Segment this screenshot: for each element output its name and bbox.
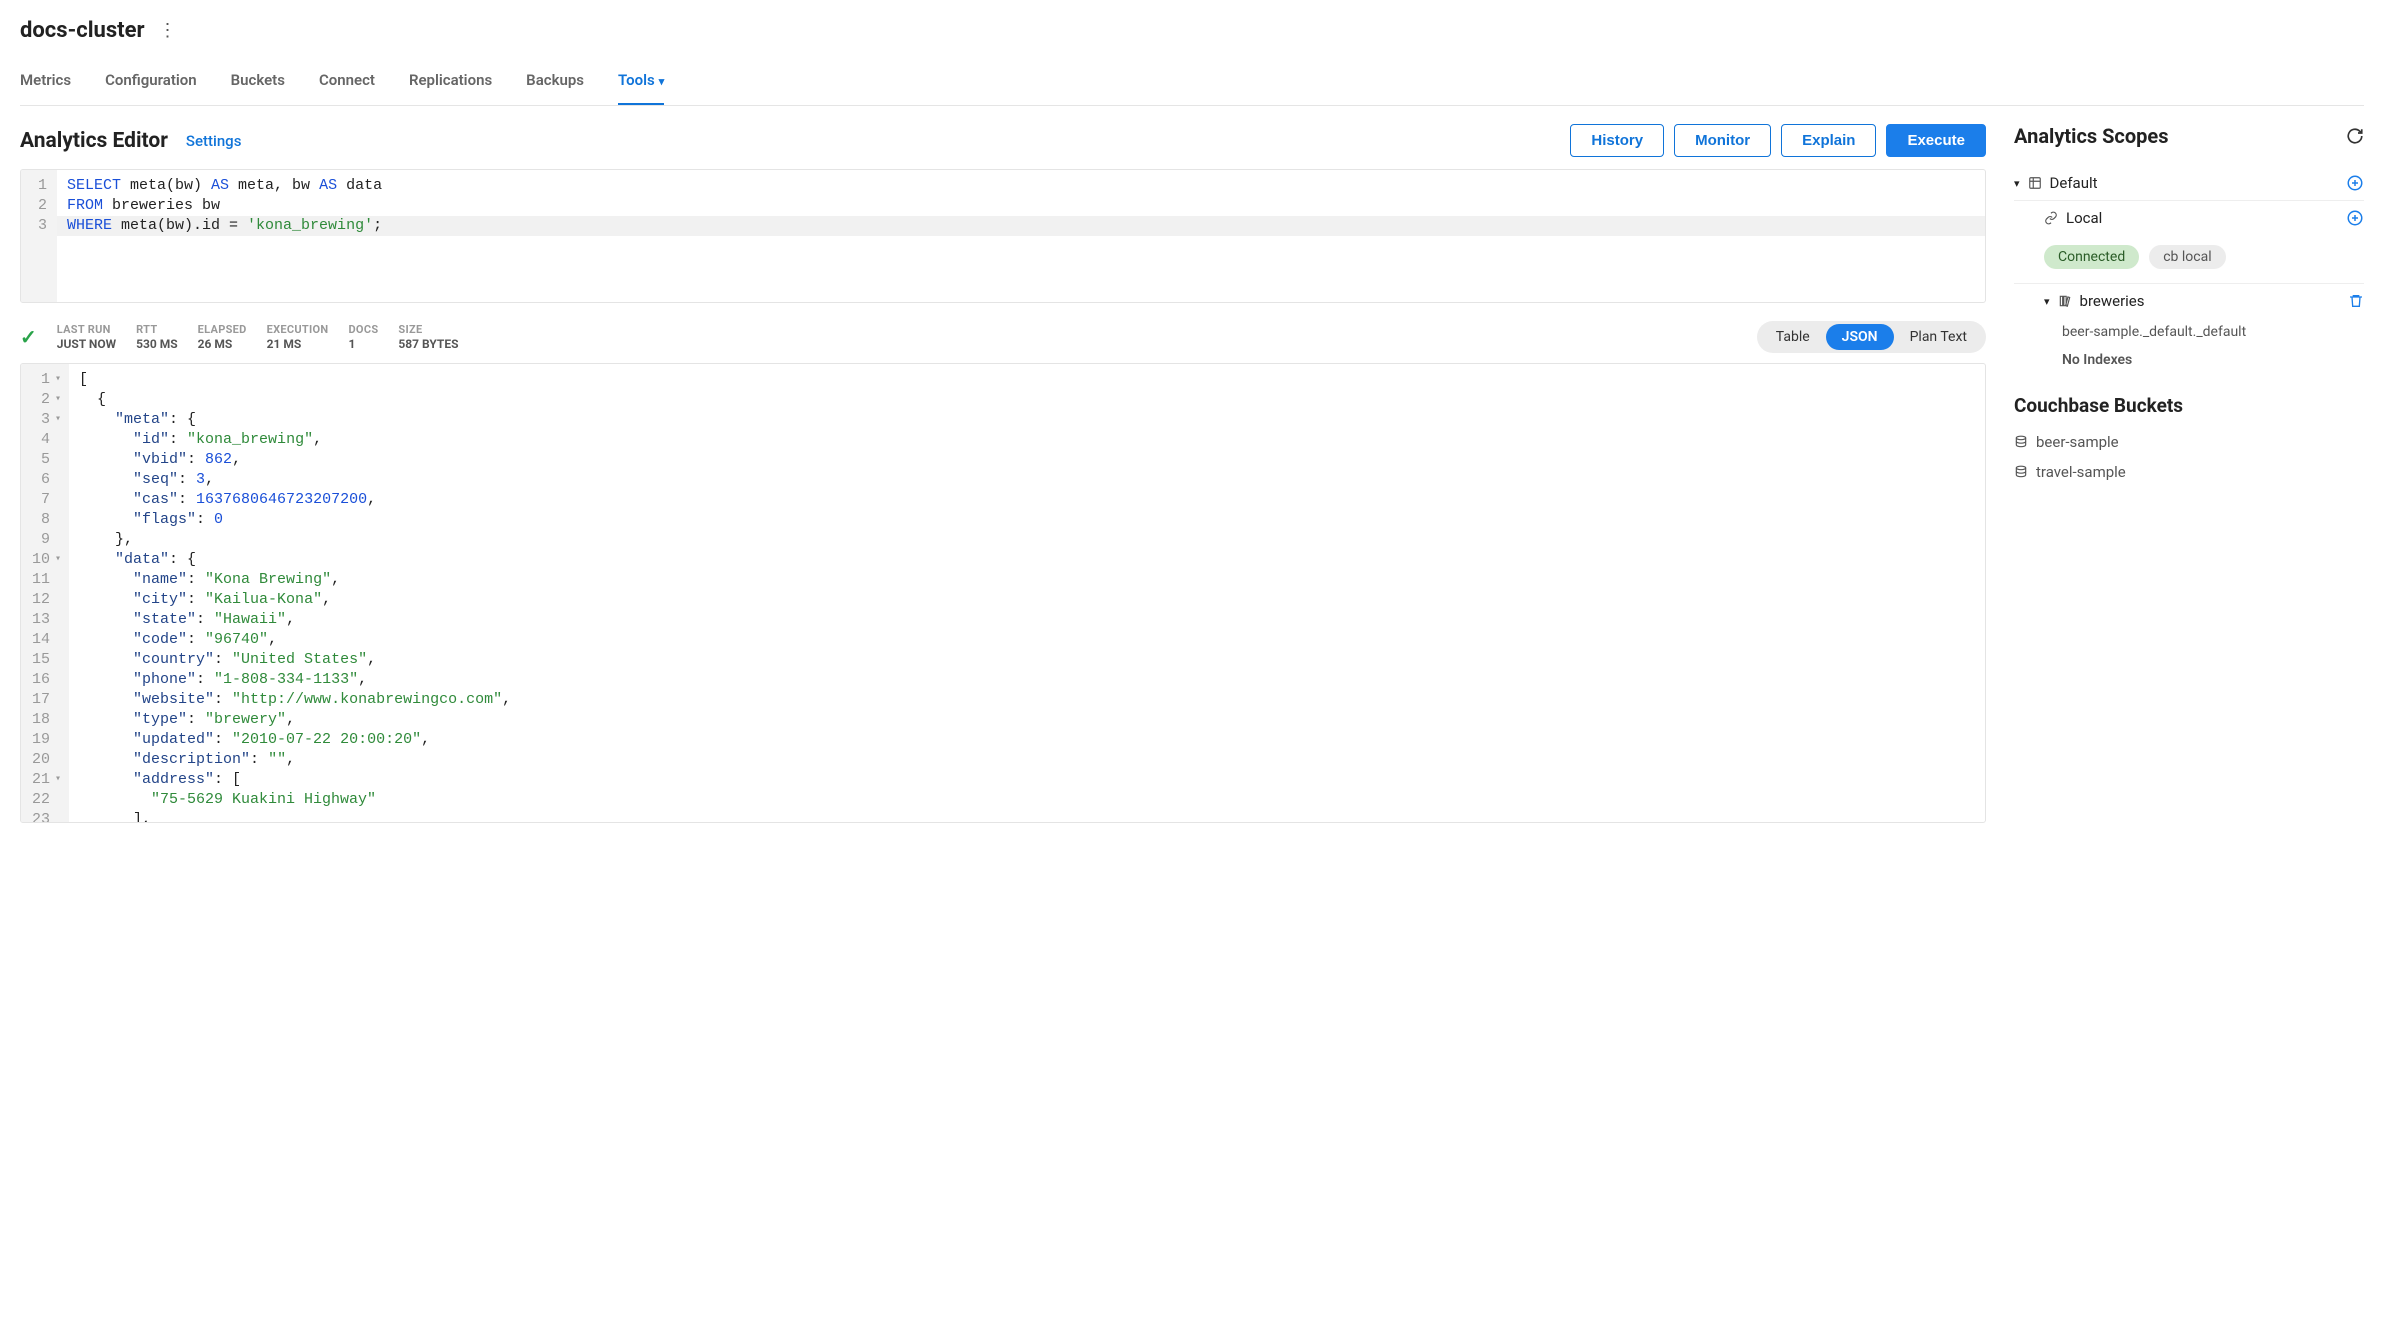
explain-button[interactable]: Explain: [1781, 124, 1876, 157]
cb-local-badge: cb local: [2149, 245, 2225, 269]
stat-docs: DOCS 1: [348, 323, 378, 351]
scopes-title: Analytics Scopes: [2014, 124, 2346, 148]
badge-row: Connected cb local: [2014, 235, 2364, 284]
history-button[interactable]: History: [1570, 124, 1664, 157]
chevron-down-icon: ▾: [659, 75, 665, 88]
buckets-title: Couchbase Buckets: [2014, 394, 2364, 417]
tab-connect[interactable]: Connect: [319, 63, 375, 105]
add-scope-icon[interactable]: [2346, 174, 2364, 192]
trash-icon[interactable]: [2348, 293, 2364, 309]
success-check-icon: ✓: [20, 325, 37, 349]
breweries-path: beer-sample._default._default: [2014, 318, 2364, 346]
cluster-name: docs-cluster: [20, 18, 145, 43]
stat-elapsed: ELAPSED 26 MS: [198, 323, 247, 351]
collection-icon: [2058, 294, 2072, 308]
tab-backups[interactable]: Backups: [526, 63, 584, 105]
tab-buckets[interactable]: Buckets: [231, 63, 285, 105]
monitor-button[interactable]: Monitor: [1674, 124, 1771, 157]
scope-local[interactable]: Local: [2014, 201, 2364, 235]
stat-size: SIZE 587 BYTES: [398, 323, 458, 351]
stat-execution: EXECUTION 21 MS: [267, 323, 329, 351]
settings-link[interactable]: Settings: [186, 132, 242, 150]
view-seg-json[interactable]: JSON: [1826, 324, 1894, 350]
chevron-down-icon[interactable]: ▾: [2044, 295, 2050, 308]
execute-button[interactable]: Execute: [1886, 124, 1986, 157]
scope-default-label: Default: [2050, 174, 2098, 192]
nav-tabs: Metrics Configuration Buckets Connect Replic…: [20, 55, 2364, 106]
add-link-icon[interactable]: [2346, 209, 2364, 227]
page-title: Analytics Editor: [20, 129, 168, 153]
tab-configuration[interactable]: Configuration: [105, 63, 197, 105]
collection-breweries[interactable]: ▾ breweries: [2014, 284, 2364, 318]
chevron-down-icon[interactable]: ▾: [2014, 177, 2020, 190]
bucket-label: beer-sample: [2036, 433, 2119, 451]
stat-last-run: LAST RUN JUST NOW: [57, 323, 116, 351]
no-indexes-label: No Indexes: [2014, 346, 2364, 374]
result-viewer[interactable]: 1▾2▾3▾45678910▾1112131415161718192021▾22…: [20, 363, 1986, 823]
connected-badge: Connected: [2044, 245, 2139, 269]
cluster-kebab-menu[interactable]: ⋮: [159, 20, 178, 41]
result-view-toggle: TableJSONPlan Text: [1757, 321, 1986, 353]
tab-tools[interactable]: Tools▾: [618, 63, 664, 105]
database-icon: [2014, 465, 2028, 479]
link-icon: [2044, 211, 2058, 225]
scope-default[interactable]: ▾ Default: [2014, 166, 2364, 201]
scope-icon: [2028, 176, 2042, 190]
tab-replications[interactable]: Replications: [409, 63, 492, 105]
bucket-beer-sample[interactable]: beer-sample: [2014, 427, 2364, 457]
scope-local-label: Local: [2066, 209, 2102, 227]
bucket-travel-sample[interactable]: travel-sample: [2014, 457, 2364, 487]
query-editor[interactable]: 123 SELECT meta(bw) AS meta, bw AS dataF…: [20, 169, 1986, 303]
refresh-icon[interactable]: [2346, 127, 2364, 145]
collection-breweries-label: breweries: [2080, 292, 2145, 310]
stat-rtt: RTT 530 MS: [136, 323, 178, 351]
tab-metrics[interactable]: Metrics: [20, 63, 71, 105]
database-icon: [2014, 435, 2028, 449]
bucket-label: travel-sample: [2036, 463, 2126, 481]
view-seg-plan-text[interactable]: Plan Text: [1894, 324, 1983, 350]
view-seg-table[interactable]: Table: [1760, 324, 1826, 350]
